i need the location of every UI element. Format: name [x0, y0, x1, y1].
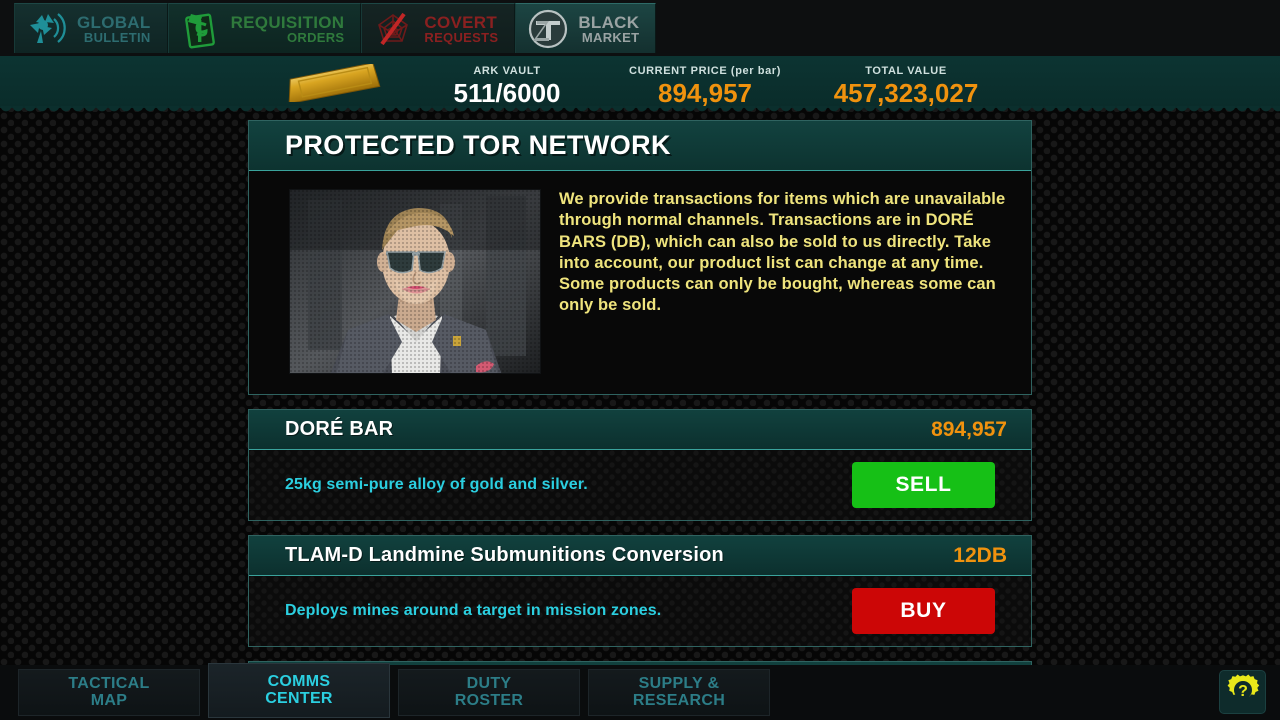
market-item-header: TLAM-D Landmine Submunitions Conversion …: [249, 536, 1031, 576]
top-tab-covert-requests[interactable]: COVERT REQUESTS: [361, 3, 516, 53]
bottom-nav-comms-center[interactable]: COMMS CENTER: [208, 663, 390, 718]
nav-line-1: DUTY: [466, 674, 512, 692]
stats-bar: ARK VAULT 511/6000 CURRENT PRICE (per ba…: [0, 56, 1280, 114]
nav-line-2: MAP: [90, 691, 128, 709]
clipboard-dollar-icon: [177, 7, 225, 51]
stat-current-price: CURRENT PRICE (per bar) 894,957: [603, 65, 807, 108]
tab-line-2: REQUESTS: [424, 29, 499, 45]
stat-total-value-label: TOTAL VALUE: [865, 65, 947, 77]
tab-line-2: MARKET: [581, 29, 640, 45]
page-title: PROTECTED TOR NETWORK: [285, 130, 671, 160]
tor-network-description: We provide transactions for items which …: [559, 190, 1006, 315]
market-item-price: 894,957: [931, 417, 1007, 441]
nav-line-2: RESEARCH: [632, 691, 726, 709]
nav-line-1: COMMS: [267, 672, 331, 690]
bottom-nav-bar: TACTICAL MAP COMMS CENTER DUTY ROSTER SU…: [0, 663, 1280, 720]
nav-line-1: TACTICAL: [68, 674, 150, 692]
top-tab-bar: GLOBAL BULLETIN REQUISITION ORDERS COVER…: [0, 0, 1280, 56]
nav-line-1: SUPPLY &: [638, 674, 720, 692]
market-item-body: 25kg semi-pure alloy of gold and silver.…: [249, 450, 1031, 520]
tab-line-1: COVERT: [424, 12, 498, 32]
market-item-name: TLAM-D Landmine Submunitions Conversion: [285, 544, 724, 566]
tab-line-2: BULLETIN: [83, 29, 151, 45]
tab-line-2: ORDERS: [286, 29, 345, 45]
top-tab-global-bulletin-label: GLOBAL BULLETIN: [77, 14, 151, 44]
svg-text:?: ?: [1238, 683, 1248, 700]
stat-ark-vault-value: 511/6000: [453, 78, 561, 108]
market-item-description: 25kg semi-pure alloy of gold and silver.: [285, 476, 588, 493]
nav-line-2: ROSTER: [454, 691, 524, 709]
tor-network-panel: PROTECTED TOR NETWORK We provide transac…: [248, 120, 1032, 395]
market-item-description: Deploys mines around a target in mission…: [285, 602, 662, 619]
market-item-body: Deploys mines around a target in mission…: [249, 576, 1031, 646]
tab-line-1: REQUISITION: [230, 12, 345, 32]
market-item-price: 12DB: [953, 543, 1007, 567]
top-tab-requisition-orders-label: REQUISITION ORDERS: [231, 14, 345, 44]
stat-current-price-label: CURRENT PRICE (per bar): [629, 65, 781, 77]
stat-ark-vault-label: ARK VAULT: [473, 65, 541, 77]
zt-emblem-icon: [524, 7, 572, 51]
market-item-header: DORÉ BAR 894,957: [249, 410, 1031, 450]
tor-network-panel-header: PROTECTED TOR NETWORK: [249, 121, 1031, 171]
top-tab-black-market-label: BLACK MARKET: [578, 14, 639, 44]
market-item-dore-bar: DORÉ BAR 894,957 25kg semi-pure alloy of…: [248, 409, 1032, 521]
tab-line-1: GLOBAL: [77, 12, 151, 32]
stat-total-value: TOTAL VALUE 457,323,027: [800, 65, 1012, 108]
market-item-tlam-d: TLAM-D Landmine Submunitions Conversion …: [248, 535, 1032, 647]
stat-current-price-value: 894,957: [658, 78, 752, 108]
dealer-portrait: [289, 189, 541, 374]
stat-total-value-value: 457,323,027: [833, 78, 979, 108]
gold-bar-icon: [283, 62, 383, 105]
help-button[interactable]: ?: [1219, 670, 1266, 714]
top-tab-global-bulletin[interactable]: GLOBAL BULLETIN: [14, 3, 168, 53]
spiderweb-slash-icon: [370, 7, 418, 51]
market-item-name: DORÉ BAR: [285, 418, 394, 440]
nav-line-2: CENTER: [265, 689, 333, 707]
tab-line-1: BLACK: [578, 12, 640, 32]
stat-ark-vault: ARK VAULT 511/6000: [407, 65, 607, 108]
bottom-nav-duty-roster[interactable]: DUTY ROSTER: [398, 669, 580, 716]
tor-network-panel-body: We provide transactions for items which …: [249, 171, 1031, 394]
top-tab-requisition-orders[interactable]: REQUISITION ORDERS: [167, 3, 362, 53]
gear-question-icon: ?: [1225, 672, 1261, 713]
bottom-nav-tactical-map[interactable]: TACTICAL MAP: [18, 669, 200, 716]
black-market-screen: GLOBAL BULLETIN REQUISITION ORDERS COVER…: [0, 0, 1280, 720]
top-tab-covert-requests-label: COVERT REQUESTS: [424, 14, 498, 44]
buy-button[interactable]: BUY: [852, 588, 995, 634]
black-market-content[interactable]: PROTECTED TOR NETWORK We provide transac…: [248, 120, 1032, 665]
satellite-dish-icon: [23, 7, 71, 51]
bottom-nav-supply-research[interactable]: SUPPLY & RESEARCH: [588, 669, 770, 716]
top-tab-black-market[interactable]: BLACK MARKET: [515, 3, 657, 53]
sell-button[interactable]: SELL: [852, 462, 995, 508]
